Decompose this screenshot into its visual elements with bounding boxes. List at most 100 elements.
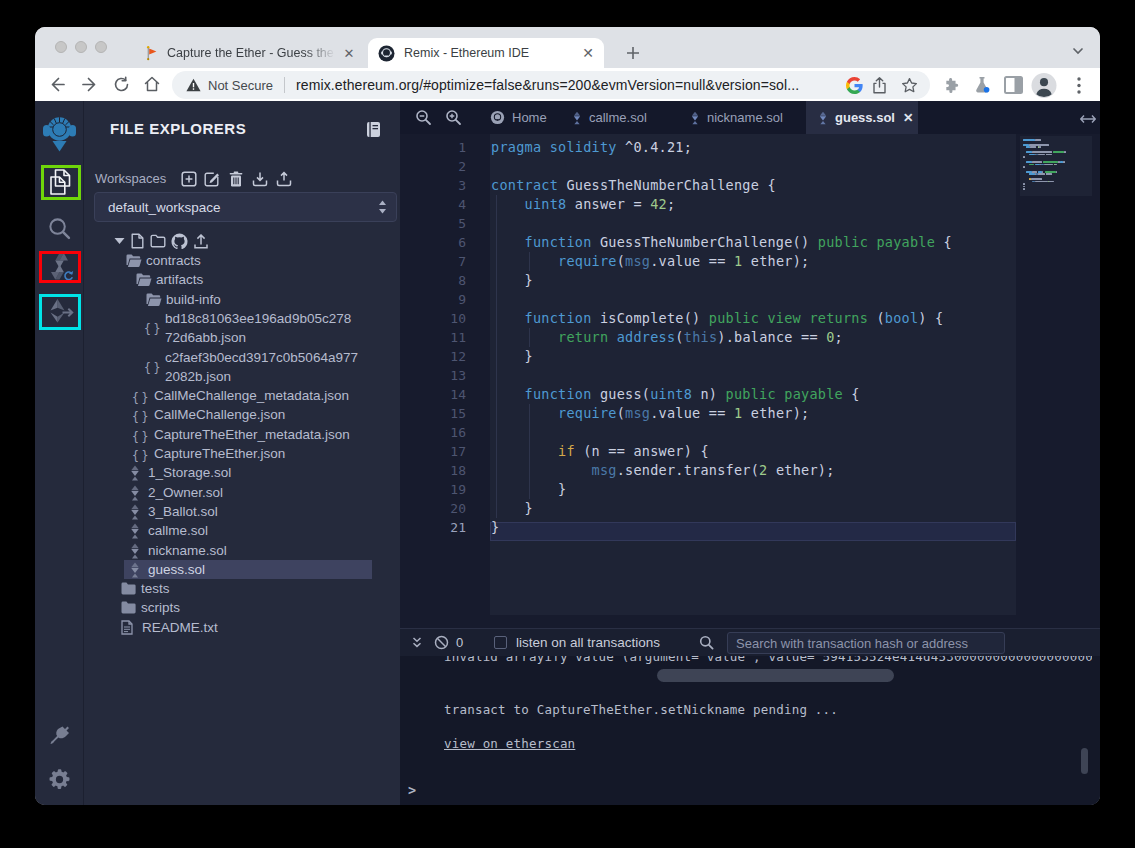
expand-terminal-chevrons-icon[interactable] — [410, 636, 424, 654]
settings-gear-icon[interactable] — [35, 766, 84, 792]
file-tree-item[interactable]: scripts — [84, 598, 400, 617]
terminal-search-input[interactable] — [727, 632, 1005, 654]
file-tree-item[interactable]: 3_Ballot.sol — [84, 502, 400, 521]
minimap[interactable] — [1020, 136, 1092, 196]
file-tree-item[interactable]: guess.sol — [124, 560, 372, 579]
side-panel-icon[interactable] — [1000, 72, 1026, 98]
url-text[interactable]: remix.ethereum.org/#optimize=false&runs=… — [296, 77, 846, 93]
close-tab-icon[interactable]: ✕ — [903, 110, 913, 125]
icon-panel — [35, 101, 84, 805]
code-line: } — [491, 347, 533, 366]
tab-close-icon[interactable]: ✕ — [341, 45, 357, 61]
horizontal-scrollbar-thumb[interactable] — [657, 669, 894, 682]
file-tree-item[interactable]: callme.sol — [84, 521, 400, 540]
etherscan-link[interactable]: view on etherscan — [444, 736, 575, 751]
terminal-prompt[interactable]: > — [408, 782, 416, 798]
editor-tab-nickname-sol[interactable]: nickname.sol — [678, 101, 790, 134]
search-icon[interactable] — [35, 214, 84, 242]
new-folder-icon[interactable] — [149, 233, 167, 249]
browser-menu-kebab-icon[interactable] — [1066, 72, 1092, 98]
file-tree-item[interactable]: nickname.sol — [84, 541, 400, 560]
editor-tab-home[interactable]: Home — [478, 101, 550, 134]
file-name: README.txt — [142, 620, 218, 635]
expand-horizontal-icon[interactable] — [1080, 111, 1096, 129]
listen-checkbox[interactable] — [494, 636, 507, 649]
zoom-out-icon[interactable] — [415, 109, 433, 127]
file-name: CaptureTheEther.json — [154, 446, 285, 461]
file-tree-item[interactable]: 1_Storage.sol — [84, 463, 400, 482]
traffic-light-close-button[interactable] — [55, 41, 67, 53]
file-tree-item[interactable]: build-info — [84, 290, 400, 309]
workspace-select[interactable]: default_workspace — [94, 192, 397, 222]
tab-file-icon — [572, 111, 582, 125]
line-number: 20 — [400, 499, 466, 518]
file-tree-item[interactable]: {}CaptureTheEther.json — [84, 444, 400, 463]
new-file-icon[interactable] — [128, 233, 146, 249]
file-tree-item[interactable]: {}CallMeChallenge.json — [84, 405, 400, 424]
editor-tab-callme-sol[interactable]: callme.sol — [560, 101, 660, 134]
minimap-line — [1023, 166, 1025, 168]
file-tree-item[interactable]: contracts — [84, 251, 400, 270]
extensions-puzzle-icon[interactable] — [939, 72, 965, 98]
address-bar[interactable]: Not Secure remix.ethereum.org/#optimize=… — [172, 71, 930, 99]
vertical-scrollbar-thumb[interactable] — [1081, 748, 1088, 774]
listen-label: listen on all transactions — [516, 635, 660, 650]
file-name: bd18c81063ee196ad9b05c278 — [165, 311, 351, 326]
forward-button[interactable] — [77, 71, 103, 97]
line-number: 5 — [400, 214, 466, 233]
minimap-line — [1049, 181, 1055, 183]
lab-flask-icon[interactable] — [969, 72, 995, 98]
file-name: 3_Ballot.sol — [148, 504, 218, 519]
braces-icon: {} — [132, 407, 151, 425]
line-number: 10 — [400, 309, 466, 328]
tab-search-chevron-icon[interactable] — [1071, 43, 1085, 61]
file-tree-item[interactable]: {}CallMeChallenge_metadata.json — [84, 386, 400, 405]
publish-to-gist-github-icon[interactable] — [170, 233, 188, 249]
file-tree-item[interactable]: {}bd18c81063ee196ad9b05c27872d6abb.json — [84, 309, 400, 348]
changelog-book-icon[interactable] — [366, 121, 381, 142]
file-name: CallMeChallenge_metadata.json — [154, 388, 349, 403]
code-editor[interactable]: 123456789101112131415161718192021 pragma… — [400, 134, 1100, 628]
browser-tab-capture-the-ether[interactable]: Capture the Ether - Guess the nu ✕ — [131, 38, 364, 68]
file-tree-item[interactable]: {}CaptureTheEther_metadata.json — [84, 425, 400, 444]
braces-icon: {} — [144, 358, 163, 376]
file-tree-item[interactable]: artifacts — [84, 270, 400, 289]
terminal-log[interactable]: invalid arrayify value (argument="value"… — [400, 656, 1100, 805]
new-tab-button[interactable] — [620, 40, 646, 66]
back-button[interactable] — [43, 71, 69, 97]
file-name: artifacts — [156, 272, 203, 287]
zoom-in-icon[interactable] — [445, 109, 463, 127]
file-tree-item[interactable]: tests — [84, 579, 400, 598]
file-tree-item[interactable]: README.txt — [84, 618, 400, 637]
reload-button[interactable] — [108, 71, 134, 97]
traffic-light-zoom-button[interactable] — [95, 41, 107, 53]
share-icon[interactable] — [872, 77, 887, 94]
editor-tab-guess-sol[interactable]: guess.sol✕ — [806, 101, 918, 134]
minimap-line — [1023, 188, 1025, 190]
not-secure-warning-icon[interactable] — [186, 78, 201, 92]
upload-file-icon[interactable] — [192, 233, 210, 249]
rename-workspace-icon[interactable] — [203, 170, 221, 188]
collapse-tree-chevron-icon[interactable] — [110, 233, 128, 249]
line-number: 17 — [400, 442, 466, 461]
download-workspace-icon[interactable] — [251, 170, 269, 188]
delete-workspace-icon[interactable] — [227, 170, 245, 188]
google-icon[interactable] — [846, 77, 863, 94]
profile-avatar[interactable] — [1031, 72, 1057, 98]
clear-console-ban-icon[interactable] — [434, 635, 449, 654]
file-tree-item[interactable]: 2_Owner.sol — [84, 483, 400, 502]
create-workspace-icon[interactable] — [180, 170, 198, 188]
tab-close-icon[interactable]: ✕ — [580, 45, 596, 61]
clipped-log-line: invalid arrayify value (argument="value"… — [444, 656, 1092, 664]
traffic-light-minimize-button[interactable] — [75, 41, 87, 53]
plugin-manager-icon[interactable] — [35, 722, 84, 748]
home-button[interactable] — [139, 71, 165, 97]
minimap-line — [1063, 161, 1065, 163]
restore-workspace-icon[interactable] — [275, 170, 293, 188]
browser-tab-remix[interactable]: Remix - Ethereum IDE ✕ — [368, 38, 604, 68]
file-tree-item[interactable]: {}c2faef3b0ecd3917c0b5064a9772082b.json — [84, 348, 400, 387]
line-number: 3 — [400, 176, 466, 195]
not-secure-label: Not Secure — [208, 78, 273, 93]
remix-logo-icon[interactable] — [35, 114, 84, 152]
bookmark-star-icon[interactable] — [901, 77, 918, 94]
